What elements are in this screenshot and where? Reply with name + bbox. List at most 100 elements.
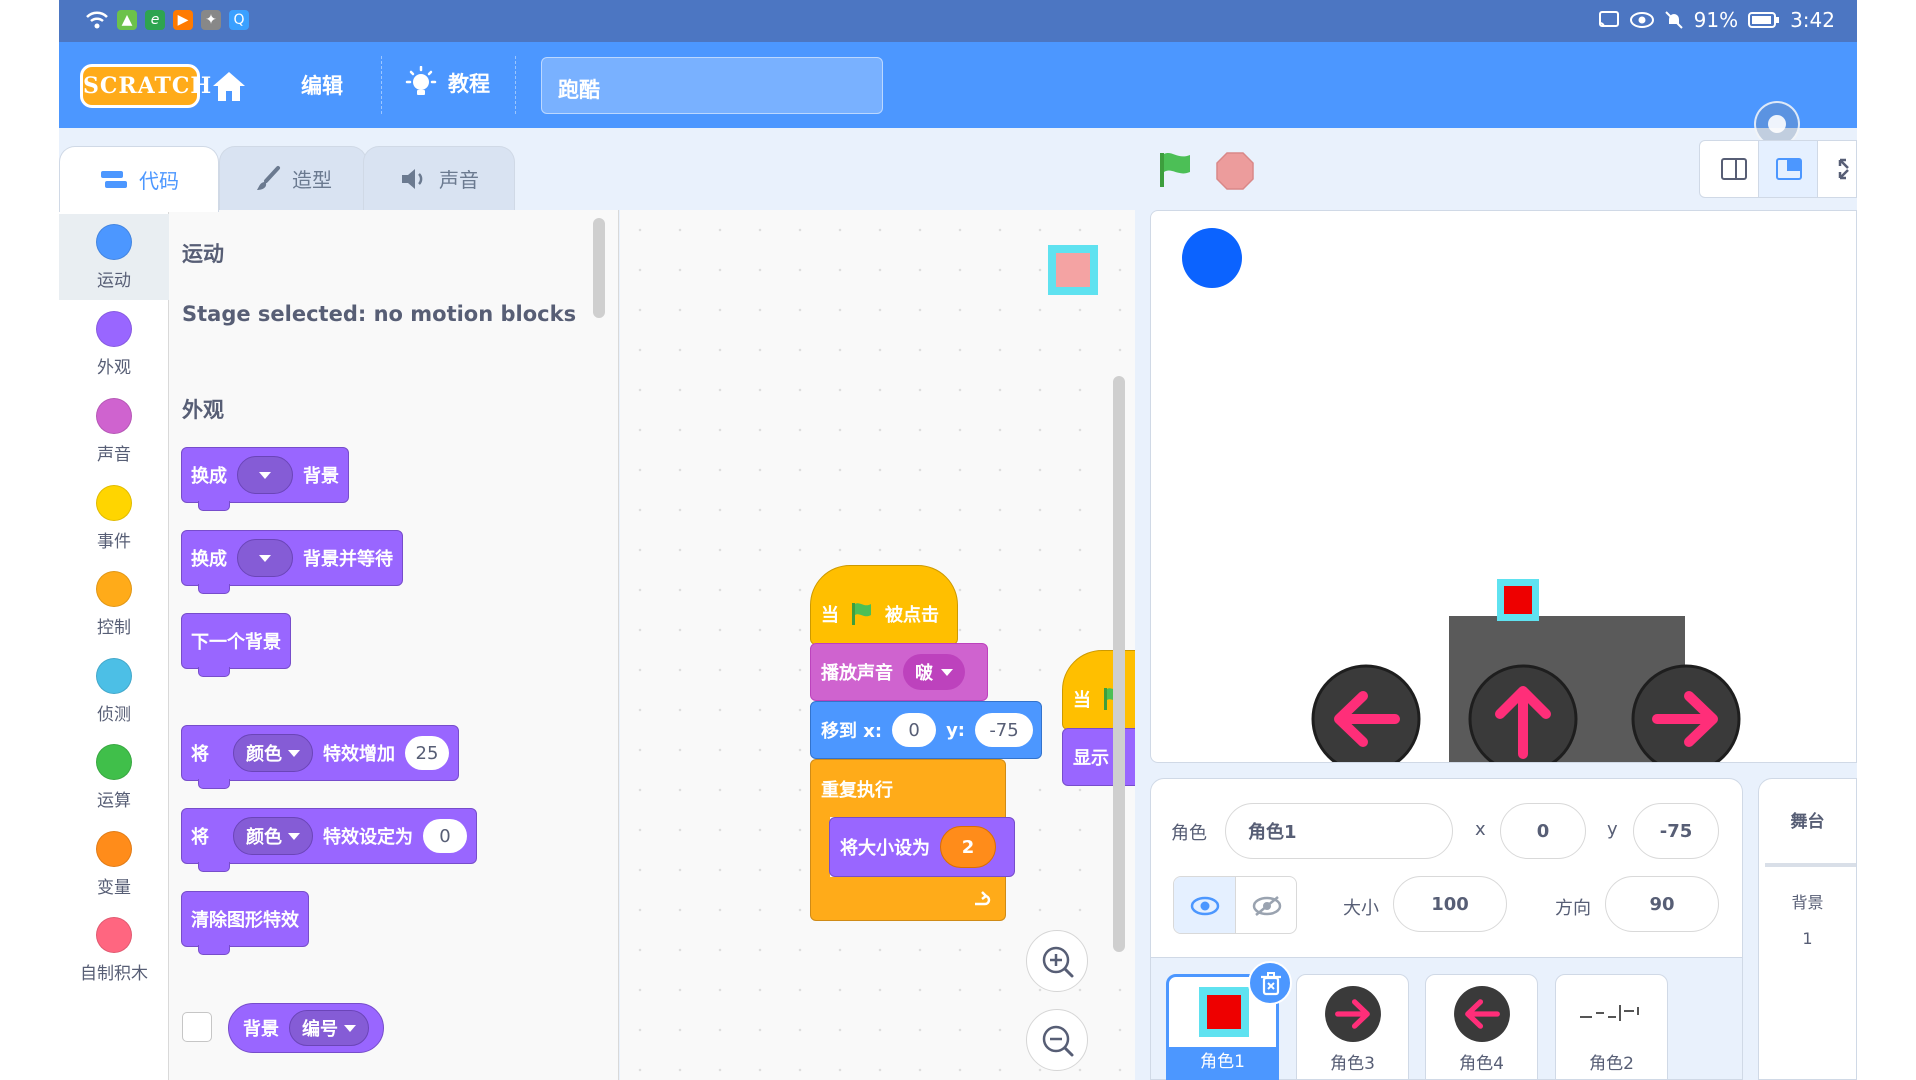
sprite-4-preview	[1454, 986, 1510, 1042]
fullscreen-icon[interactable]	[1836, 156, 1858, 182]
size-input[interactable]: 2	[940, 826, 996, 868]
y-input[interactable]: -75	[975, 713, 1034, 747]
cast-icon	[1598, 11, 1619, 28]
stage-selector-panel[interactable]: 舞台 背景 1	[1758, 778, 1857, 1080]
block-palette: 运动 Stage selected: no motion blocks 外观 换…	[169, 210, 619, 1080]
block-text: 当	[1073, 690, 1091, 711]
block-text: 将大小设为	[840, 838, 930, 859]
direction-label: 方向	[1555, 898, 1591, 919]
x-position-input[interactable]: 0	[1500, 803, 1586, 859]
tab-costumes[interactable]: 造型	[219, 146, 367, 210]
x-label: x	[1475, 819, 1486, 840]
tutorials-button[interactable]: 教程	[404, 66, 490, 100]
looks-heading: 外观	[182, 398, 224, 422]
backdrop-monitor-checkbox[interactable]	[182, 1012, 212, 1042]
switch-backdrop-block[interactable]: 换成 背景	[181, 447, 349, 511]
effect-value: 颜色	[246, 744, 282, 765]
set-size-block[interactable]: 将大小设为 2	[829, 817, 1015, 877]
when-flag-clicked-block[interactable]: 当 被点击	[810, 565, 958, 645]
category-my-blocks[interactable]: 自制积木	[59, 907, 169, 993]
size-input[interactable]: 100	[1393, 876, 1507, 932]
category-motion[interactable]: 运动	[59, 214, 169, 300]
clock: 3:42	[1790, 8, 1835, 32]
category-events[interactable]: 事件	[59, 475, 169, 561]
tab-sounds[interactable]: 声音	[363, 146, 515, 210]
clear-effects-block[interactable]: 清除图形特效	[181, 891, 309, 955]
home-icon[interactable]	[209, 66, 249, 106]
zoom-in-button[interactable]	[1026, 930, 1088, 992]
backdrop-dropdown[interactable]	[237, 456, 293, 494]
stop-button[interactable]	[1215, 151, 1255, 191]
backdrop-property-dropdown[interactable]: 编号	[289, 1010, 369, 1046]
show-sprite-button[interactable]	[1174, 877, 1236, 933]
script-scrollbar[interactable]	[1113, 376, 1125, 952]
up-arrow-button-sprite	[1468, 664, 1578, 762]
delete-sprite-button[interactable]	[1248, 961, 1292, 1005]
visibility-toggle	[1173, 876, 1297, 934]
sprite-2-preview	[1580, 1005, 1639, 1021]
sound-dropdown[interactable]: 啵	[903, 654, 965, 690]
block-text: 显示	[1073, 748, 1109, 769]
sprite-1-preview	[1199, 987, 1249, 1037]
normal-stage-button[interactable]	[1758, 141, 1818, 197]
green-flag-icon	[852, 603, 871, 625]
stage-canvas[interactable]	[1150, 210, 1857, 763]
compass-app-icon: ✦	[201, 10, 221, 30]
backdrop-dropdown[interactable]	[237, 539, 293, 577]
block-text: 将	[191, 744, 209, 765]
set-effect-block[interactable]: 将 颜色 特效设定为 0	[181, 808, 477, 872]
speaker-icon	[402, 168, 423, 189]
effect-amount-input[interactable]: 25	[405, 736, 449, 770]
effect-value-input[interactable]: 0	[423, 819, 467, 853]
y-label: y	[1607, 819, 1618, 840]
sprite-thumb-3[interactable]: 角色3	[1296, 974, 1409, 1080]
category-operators[interactable]: 运算	[59, 734, 169, 820]
scratch-logo[interactable]: SCRATCH	[80, 64, 211, 108]
block-text: 换成	[191, 549, 227, 570]
play-sound-block[interactable]: 播放声音 啵	[810, 643, 988, 701]
effect-dropdown[interactable]: 颜色	[233, 734, 313, 772]
size-label: 大小	[1343, 898, 1379, 919]
sprite-thumb-label: 角色1	[1169, 1047, 1276, 1077]
category-control[interactable]: 控制	[59, 561, 169, 647]
go-to-xy-block[interactable]: 移到 x: 0 y: -75	[810, 701, 1042, 759]
tab-code[interactable]: 代码	[59, 146, 219, 212]
no-motion-message: Stage selected: no motion blocks	[182, 302, 577, 326]
next-backdrop-block[interactable]: 下一个背景	[181, 613, 291, 677]
edit-menu[interactable]: 编辑	[301, 70, 343, 100]
property-value: 编号	[302, 1019, 338, 1040]
eye-hidden-icon[interactable]	[1252, 895, 1282, 917]
category-sound[interactable]: 声音	[59, 388, 169, 474]
forever-block[interactable]: 重复执行	[810, 759, 1006, 817]
small-stage-button[interactable]	[1720, 156, 1748, 182]
effect-dropdown[interactable]: 颜色	[233, 817, 313, 855]
backdrop-reporter-block[interactable]: 背景 编号	[228, 1003, 384, 1053]
category-sensing[interactable]: 侦测	[59, 648, 169, 734]
menu-bar: SCRATCH 编辑 教程 跑酷	[59, 42, 1857, 128]
green-flag-button[interactable]	[1156, 150, 1200, 190]
palette-scrollbar[interactable]	[593, 218, 605, 318]
category-variables[interactable]: 变量	[59, 821, 169, 907]
project-title-input[interactable]: 跑酷	[541, 57, 883, 114]
tutorials-label: 教程	[448, 72, 490, 96]
y-position-input[interactable]: -75	[1633, 803, 1719, 859]
direction-input[interactable]: 90	[1605, 876, 1719, 932]
stage-panel-title: 舞台	[1790, 812, 1825, 832]
sprite-name-input[interactable]: 角色1	[1225, 803, 1453, 859]
motion-heading: 运动	[182, 242, 224, 266]
zoom-out-button[interactable]	[1026, 1009, 1088, 1071]
x-input[interactable]: 0	[892, 713, 937, 747]
switch-backdrop-wait-block[interactable]: 换成 背景并等待	[181, 530, 403, 594]
sprite-thumb-2[interactable]: 角色2	[1555, 974, 1668, 1080]
change-effect-block[interactable]: 将 颜色 特效增加 25	[181, 725, 459, 789]
menu-divider	[381, 56, 382, 114]
category-looks[interactable]: 外观	[59, 301, 169, 387]
block-text: 特效增加	[323, 744, 395, 765]
block-text: 背景并等待	[303, 549, 393, 570]
eye-visible-icon	[1190, 896, 1220, 916]
block-text: 被点击	[885, 605, 939, 626]
sprite-thumb-4[interactable]: 角色4	[1425, 974, 1538, 1080]
backdrops-count: 1	[1802, 929, 1813, 948]
zoom-out-icon	[1042, 1025, 1074, 1057]
mute-bell-icon	[1664, 11, 1683, 29]
